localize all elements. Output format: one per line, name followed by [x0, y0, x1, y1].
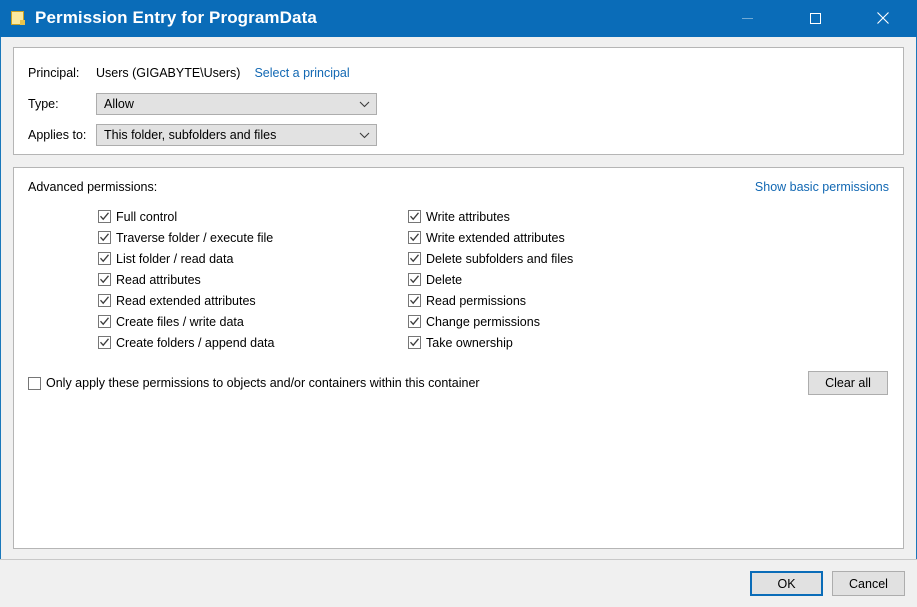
permission-checkbox[interactable] [408, 336, 421, 349]
maximize-button[interactable] [781, 0, 849, 37]
permission-checkbox[interactable] [408, 231, 421, 244]
permission-checkbox[interactable] [408, 294, 421, 307]
permission-checkbox[interactable] [408, 210, 421, 223]
window-title: Permission Entry for ProgramData [35, 8, 317, 27]
permission-label: Delete subfolders and files [426, 251, 574, 266]
permission-label: List folder / read data [116, 251, 234, 266]
permission-label: Write extended attributes [426, 230, 565, 245]
close-button[interactable] [849, 0, 917, 37]
permission-checkbox[interactable] [98, 294, 111, 307]
permission-checkbox[interactable] [98, 273, 111, 286]
only-apply-checkbox-row[interactable]: Only apply these permissions to objects … [28, 373, 480, 394]
permission-checkbox-row[interactable]: Read attributes [98, 269, 406, 290]
folder-icon [10, 10, 26, 26]
permission-label: Read extended attributes [116, 293, 256, 308]
type-row: Type: Allow [28, 93, 889, 115]
select-a-principal-link[interactable]: Select a principal [254, 66, 349, 80]
only-apply-label: Only apply these permissions to objects … [46, 376, 480, 390]
permission-checkbox-row[interactable]: Delete [408, 269, 573, 290]
permission-checkbox-row[interactable]: Delete subfolders and files [408, 248, 573, 269]
permissions-footer-row: Only apply these permissions to objects … [28, 371, 889, 395]
applies-to-dropdown-value: This folder, subfolders and files [104, 128, 277, 142]
only-apply-checkbox[interactable] [28, 376, 41, 390]
advanced-permissions-label: Advanced permissions: [28, 180, 158, 194]
applies-to-label: Applies to: [28, 128, 87, 142]
permission-label: Write attributes [426, 209, 510, 224]
permissions-column-right: Write attributes Write extended attribute… [406, 206, 573, 353]
permission-checkbox-row[interactable]: Write extended attributes [408, 227, 573, 248]
permission-checkbox[interactable] [98, 231, 111, 244]
permission-checkbox-row[interactable]: List folder / read data [98, 248, 406, 269]
cancel-button[interactable]: Cancel [832, 571, 905, 596]
chevron-down-icon [359, 101, 370, 107]
permission-checkbox-row[interactable]: Write attributes [408, 206, 573, 227]
permissions-header: Advanced permissions: Show basic permiss… [28, 180, 889, 194]
title-bar: Permission Entry for ProgramData [0, 0, 917, 37]
permissions-columns: Full control Traverse folder / execute fi… [28, 206, 889, 353]
principal-row: Principal: Users (GIGABYTE\Users) Select… [28, 62, 889, 84]
permission-checkbox[interactable] [408, 273, 421, 286]
permission-entry-dialog: Permission Entry for ProgramData Princip… [0, 0, 917, 607]
permission-checkbox-row[interactable]: Full control [98, 206, 406, 227]
principal-label: Principal: [28, 66, 80, 80]
applies-to-dropdown[interactable]: This folder, subfolders and files [96, 124, 377, 146]
permissions-column-left: Full control Traverse folder / execute fi… [28, 206, 406, 353]
permission-checkbox[interactable] [98, 315, 111, 328]
permission-checkbox-row[interactable]: Read extended attributes [98, 290, 406, 311]
permission-checkbox-row[interactable]: Change permissions [408, 311, 573, 332]
permission-checkbox[interactable] [98, 252, 111, 265]
principal-panel: Principal: Users (GIGABYTE\Users) Select… [13, 47, 904, 155]
permission-label: Delete [426, 272, 463, 287]
permission-checkbox[interactable] [408, 252, 421, 265]
type-dropdown[interactable]: Allow [96, 93, 377, 115]
permission-label: Traverse folder / execute file [116, 230, 274, 245]
permission-checkbox-row[interactable]: Create files / write data [98, 311, 406, 332]
principal-value: Users (GIGABYTE\Users) [96, 66, 241, 80]
chevron-down-icon [359, 132, 370, 138]
dialog-footer: OK Cancel [0, 559, 917, 607]
permission-checkbox[interactable] [98, 336, 111, 349]
ok-button[interactable]: OK [750, 571, 823, 596]
permission-checkbox-row[interactable]: Read permissions [408, 290, 573, 311]
permission-checkbox[interactable] [408, 315, 421, 328]
permission-label: Take ownership [426, 335, 513, 350]
permission-label: Read permissions [426, 293, 527, 308]
permission-label: Full control [116, 209, 178, 224]
dialog-body: Principal: Users (GIGABYTE\Users) Select… [1, 37, 916, 549]
minimize-button[interactable] [713, 0, 781, 37]
window-controls [713, 0, 917, 37]
permission-checkbox-row[interactable]: Traverse folder / execute file [98, 227, 406, 248]
show-basic-permissions-link[interactable]: Show basic permissions [755, 180, 889, 194]
permission-label: Create files / write data [116, 314, 244, 329]
applies-to-row: Applies to: This folder, subfolders and … [28, 124, 889, 146]
type-dropdown-value: Allow [104, 97, 134, 111]
permission-checkbox-row[interactable]: Take ownership [408, 332, 573, 353]
permission-label: Read attributes [116, 272, 201, 287]
clear-all-button[interactable]: Clear all [808, 371, 888, 395]
advanced-permissions-panel: Advanced permissions: Show basic permiss… [13, 167, 904, 549]
permission-checkbox[interactable] [98, 210, 111, 223]
type-label: Type: [28, 97, 59, 111]
permission-label: Change permissions [426, 314, 540, 329]
permission-label: Create folders / append data [116, 335, 275, 350]
permission-checkbox-row[interactable]: Create folders / append data [98, 332, 406, 353]
